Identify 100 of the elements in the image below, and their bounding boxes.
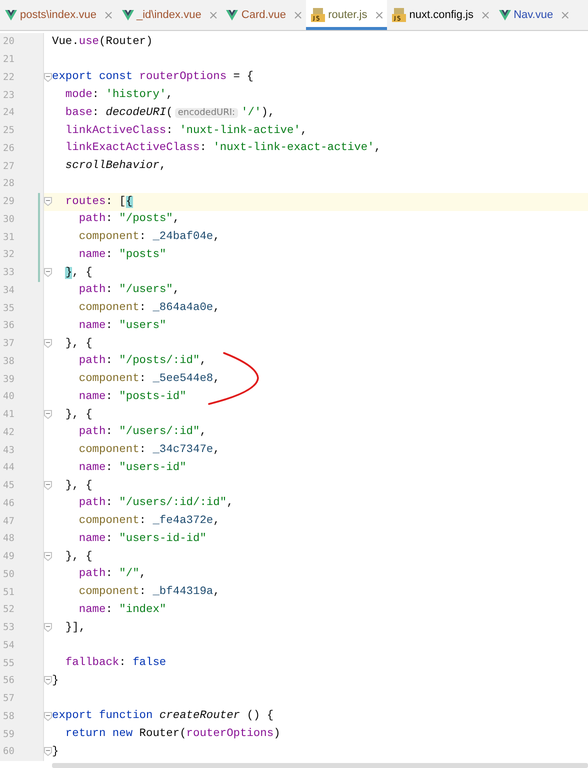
code-text: , [159,160,166,172]
line-number: 21 [2,54,16,66]
code-text: : [200,142,208,154]
property-name: mode [64,89,92,102]
line-number: 30 [2,214,16,225]
line-number: 48 [2,533,16,544]
editor-tab[interactable]: posts\index.vue × [0,0,116,30]
code-text: : [119,657,127,670]
property-name: path [78,355,106,368]
code-text: , [213,373,220,386]
fold-icon[interactable] [44,268,52,278]
matched-bracket: } [65,266,72,279]
scrollbar[interactable] [52,763,588,768]
code-text: , [172,284,180,296]
code-text: , [213,444,220,456]
code-text: : [139,231,147,244]
code-text: , [166,89,173,102]
string-literal: 'history' [106,89,166,102]
fold-icon[interactable] [44,676,52,686]
line-number: 28 [2,178,16,190]
line-number: 42 [2,426,16,438]
code-text: , [374,142,381,154]
close-icon[interactable]: × [374,9,384,21]
editor-tab[interactable]: nuxt.config.js × [387,0,494,30]
editor-tab[interactable]: Card.vue × [221,0,306,30]
line-number: 32 [2,249,16,260]
line-number: 20 [2,36,16,48]
line-number: 46 [2,498,16,509]
fold-icon[interactable] [44,623,52,632]
fold-icon[interactable] [44,747,52,756]
editor-tab[interactable]: _id\index.vue × [116,0,222,30]
line-number: 38 [2,356,16,367]
vue-icon [5,10,17,20]
code-text: , { [72,266,92,279]
line-number: 47 [2,516,16,527]
code-text: , [213,586,220,598]
property-name: name [78,248,106,261]
string-literal: "/users/:id" [119,426,200,438]
code-text: : [92,89,100,102]
property-name: name [78,320,106,332]
function-name: createRouter [158,710,240,722]
code-text: : [106,284,114,296]
code-text: () { [246,710,274,722]
line-number: 22 [2,72,16,83]
code-text: : [106,213,114,226]
fold-icon[interactable] [44,339,52,348]
property-name: path [78,568,106,580]
editor-tab[interactable]: router.js × [306,0,388,30]
fold-icon[interactable] [44,552,52,562]
line-number: 35 [2,302,16,314]
js-file-icon [392,8,406,22]
string-literal: "users-id-id" [119,532,206,545]
line-number: 60 [2,746,16,758]
code-text: : [106,355,114,368]
fold-icon[interactable] [44,197,52,206]
code-text: , [300,124,308,137]
code-text: , [213,231,220,244]
line-number: 59 [2,728,16,740]
field-name: component [78,444,140,456]
field-name: component [78,586,140,598]
line-number: 26 [2,142,16,154]
code-text: , [172,213,180,226]
fold-icon[interactable] [44,72,52,82]
code-text: }, { [64,338,92,350]
string-literal: "users-id" [119,462,186,474]
line-number: 36 [2,320,16,332]
fold-icon[interactable] [44,712,52,721]
string-literal: "/users/:id/:id" [119,497,227,510]
line-number: 43 [2,444,16,456]
code-text: , [213,515,220,528]
property-name: path [78,497,106,510]
line-number: 25 [2,125,16,136]
line-number: 52 [2,604,16,616]
code-text: : [166,124,174,137]
vue-icon [226,10,238,20]
property-name: linkExactActiveClass [64,142,200,154]
code-text: : [106,320,114,332]
property-name: path [78,213,106,226]
code-text: , [226,497,234,510]
line-number: 45 [2,480,16,492]
property-name: name [78,462,106,474]
line-number: 31 [2,232,16,243]
code-text: : [139,515,147,528]
identifier: _24baf04e [152,231,214,244]
code-text: }, { [64,480,92,492]
code-text: Router( [138,728,186,740]
string-literal: 'nuxt-link-exact-active' [213,142,374,154]
editor-tab[interactable]: Nav.vue × [494,0,574,30]
fold-icon[interactable] [44,481,52,490]
fold-icon[interactable] [44,410,52,420]
code-text: , [213,302,220,314]
line-number: 54 [2,640,16,651]
property-name: name [78,390,106,403]
identifier: _fe4a372e [152,515,214,528]
code-text: , [200,355,206,368]
code-text: }, { [64,550,92,563]
code-text: : [92,106,100,119]
property-name: use [78,36,100,48]
line-number: 49 [2,551,16,562]
property-name: name [78,604,106,616]
